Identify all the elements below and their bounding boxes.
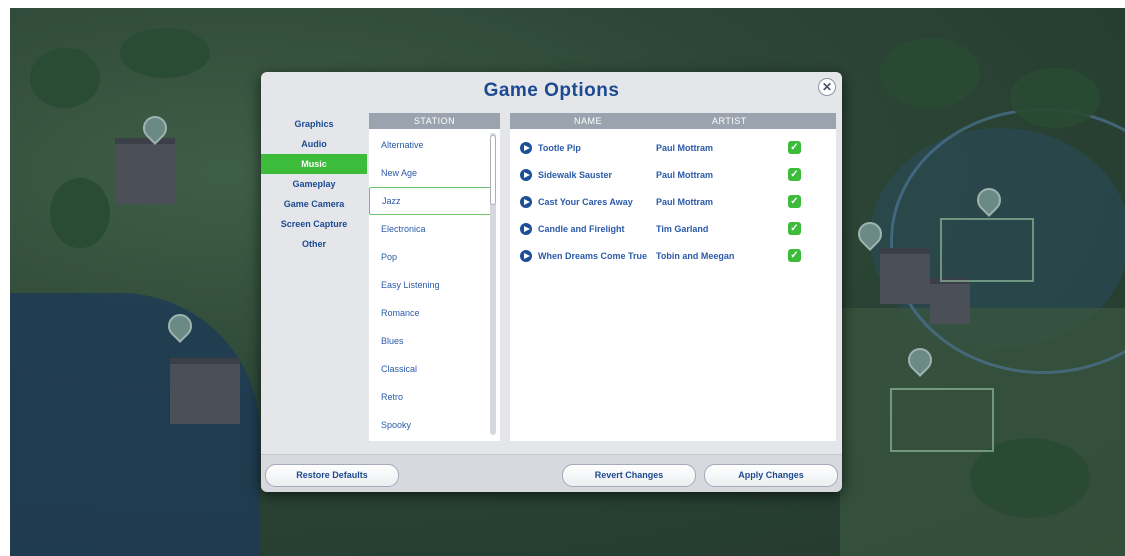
track-name: When Dreams Come True — [538, 251, 648, 261]
restore-defaults-button[interactable]: Restore Defaults — [265, 464, 399, 487]
empty-lot — [940, 218, 1034, 282]
nav-item-audio[interactable]: Audio — [261, 134, 367, 154]
tree-cluster — [880, 38, 980, 108]
map-house — [930, 278, 970, 324]
tree-cluster — [120, 28, 210, 78]
checkbox-checked-icon[interactable]: ✓ — [788, 222, 801, 235]
station-header: STATION — [369, 113, 500, 129]
dialog-footer: Restore Defaults Revert Changes Apply Ch… — [261, 454, 842, 492]
play-icon[interactable] — [520, 196, 532, 208]
station-scrollbar[interactable] — [490, 133, 496, 435]
checkbox-checked-icon[interactable]: ✓ — [788, 195, 801, 208]
station-item[interactable]: Pop — [369, 243, 492, 271]
dialog-title: Game Options — [483, 80, 620, 101]
track-artist: Paul Mottram — [656, 197, 714, 207]
station-item[interactable]: Romance — [369, 299, 492, 327]
station-item[interactable]: Retro — [369, 383, 492, 411]
checkbox-checked-icon[interactable]: ✓ — [788, 168, 801, 181]
tree-cluster — [30, 48, 100, 108]
tree-cluster — [1010, 68, 1100, 128]
nav-item-music[interactable]: Music — [261, 154, 367, 174]
track-row: Sidewalk Sauster Paul Mottram ✓ — [510, 162, 836, 188]
tracks-panel: NAME ARTIST Tootle Pip Paul Mottram ✓ Si… — [510, 113, 836, 441]
column-header-artist: ARTIST — [712, 116, 747, 126]
checkbox-checked-icon[interactable]: ✓ — [788, 141, 801, 154]
station-panel: STATION Alternative New Age Jazz Electro… — [369, 113, 500, 441]
station-item[interactable]: Electronica — [369, 215, 492, 243]
track-artist: Tobin and Meegan — [656, 251, 735, 261]
lake-water — [10, 293, 260, 556]
apply-changes-button[interactable]: Apply Changes — [704, 464, 838, 487]
play-icon[interactable] — [520, 223, 532, 235]
station-item[interactable]: Alternative — [369, 131, 492, 159]
options-nav: Graphics Audio Music Gameplay Game Camer… — [261, 114, 367, 254]
play-icon[interactable] — [520, 169, 532, 181]
revert-changes-button[interactable]: Revert Changes — [562, 464, 696, 487]
station-list: Alternative New Age Jazz Electronica Pop… — [369, 131, 492, 439]
track-artist: Paul Mottram — [656, 143, 714, 153]
station-item[interactable]: Blues — [369, 327, 492, 355]
nav-item-gameplay[interactable]: Gameplay — [261, 174, 367, 194]
nav-item-screen-capture[interactable]: Screen Capture — [261, 214, 367, 234]
play-icon[interactable] — [520, 142, 532, 154]
track-name: Tootle Pip — [538, 143, 581, 153]
track-artist: Paul Mottram — [656, 170, 714, 180]
scrollbar-thumb[interactable] — [490, 135, 496, 205]
station-item[interactable]: Spooky — [369, 411, 492, 439]
checkbox-checked-icon[interactable]: ✓ — [788, 249, 801, 262]
map-house — [170, 358, 240, 424]
track-name: Sidewalk Sauster — [538, 170, 613, 180]
column-header-name: NAME — [574, 116, 603, 126]
track-name: Candle and Firelight — [538, 224, 625, 234]
empty-lot — [890, 388, 994, 452]
track-row: When Dreams Come True Tobin and Meegan ✓ — [510, 243, 836, 269]
station-item[interactable]: Jazz — [369, 187, 492, 215]
tree-cluster — [50, 178, 110, 248]
close-icon[interactable]: ✕ — [818, 78, 836, 96]
station-item[interactable]: Classical — [369, 355, 492, 383]
station-item[interactable]: Easy Listening — [369, 271, 492, 299]
nav-item-game-camera[interactable]: Game Camera — [261, 194, 367, 214]
nav-item-graphics[interactable]: Graphics — [261, 114, 367, 134]
play-icon[interactable] — [520, 250, 532, 262]
track-row: Tootle Pip Paul Mottram ✓ — [510, 135, 836, 161]
tracks-header: NAME ARTIST — [510, 113, 836, 129]
station-item[interactable]: New Age — [369, 159, 492, 187]
track-artist: Tim Garland — [656, 224, 709, 234]
track-name: Cast Your Cares Away — [538, 197, 633, 207]
nav-item-other[interactable]: Other — [261, 234, 367, 254]
map-house — [115, 138, 175, 204]
track-row: Candle and Firelight Tim Garland ✓ — [510, 216, 836, 242]
map-house — [880, 248, 930, 304]
track-row: Cast Your Cares Away Paul Mottram ✓ — [510, 189, 836, 215]
game-options-dialog: Game Options ✕ Graphics Audio Music Game… — [261, 72, 842, 492]
